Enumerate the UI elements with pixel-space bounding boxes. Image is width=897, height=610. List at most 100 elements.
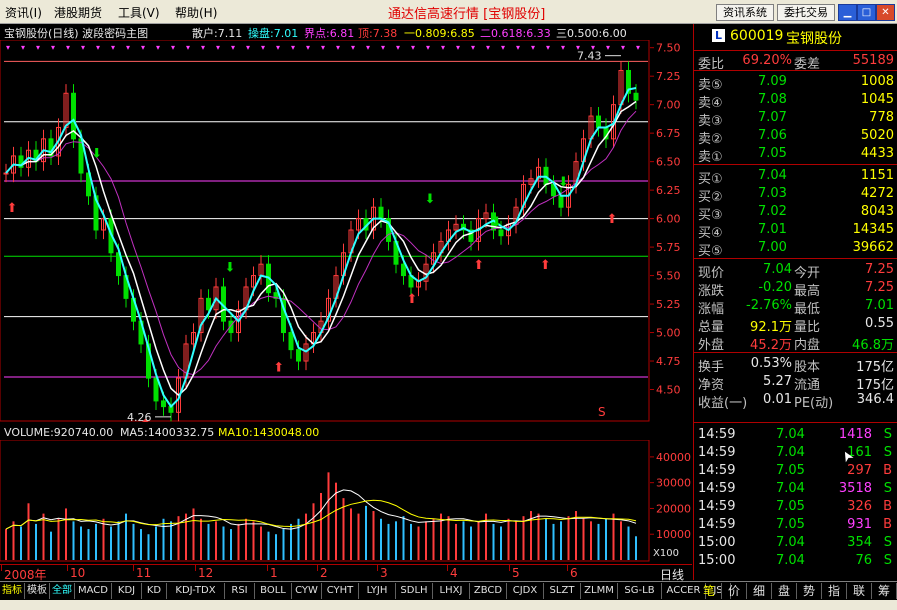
indicator-tab-cyw[interactable]: CYW (292, 583, 322, 599)
sell-level-5[interactable]: 卖⑤ 7.09 1008 (694, 73, 897, 93)
menu-help[interactable]: 帮助(H) (175, 4, 217, 21)
tick-time: 14:59 (698, 463, 736, 478)
separator (694, 422, 897, 423)
buy-price: 7.04 (758, 168, 787, 183)
sell-level-4[interactable]: 卖④ 7.08 1045 (694, 91, 897, 111)
price-chart[interactable]: ▾ ▾ ▾ ▾ ▾ ▾ ▾ ▾ ▾ ▾ ▾ ▾ ▾ ▾ ▾ ▾ ▾ ▾ ▾ ▾ ▾ ▾ ▾ ▾ ▾ ▾ ▾ ▾ ▾ ▾ ▾ ▾ ▾ ▾ ▾ ▾ ▾ ▾ ▾ ▾… (0, 40, 650, 422)
maximize-icon[interactable]: □ (857, 4, 876, 21)
weibi-value: 69.20% (742, 53, 792, 68)
separator (694, 70, 897, 71)
indicator-tab-模板[interactable]: 模板 (25, 583, 50, 599)
panel-tab-3[interactable]: 盘 (772, 583, 797, 599)
indicator-tab-slzt[interactable]: SLZT (544, 583, 581, 599)
sell-level-3[interactable]: 卖③ 7.07 778 (694, 109, 897, 129)
ma-short-line (5, 87, 637, 409)
vol-ma5-value: MA5:1400332.75 (120, 426, 215, 439)
sell-level-2[interactable]: 卖② 7.06 5020 (694, 127, 897, 147)
flag-mark: ▾ (261, 43, 265, 52)
minimize-icon[interactable]: ▁ (838, 4, 857, 21)
indicator-tab-lyjh[interactable]: LYJH (359, 583, 396, 599)
tick-volume: 1418 (838, 427, 872, 442)
price-tick-label: 5.25 (656, 298, 681, 311)
sell-volume: 5020 (860, 128, 894, 143)
indicator-tab-全部[interactable]: 全部 (50, 583, 75, 599)
sell-arrow-icon: ⬇ (425, 192, 436, 207)
indicator-tab-zlmm[interactable]: ZLMM (581, 583, 618, 599)
tick-time: 15:00 (698, 553, 736, 568)
app-title: 通达信高速行情 [宝钢股份] (388, 7, 546, 22)
indicator-tab-macd[interactable]: MACD (75, 583, 112, 599)
month-tick (67, 565, 68, 571)
finance-value: 346.4 (856, 392, 894, 407)
indicator-tab-sdlh[interactable]: SDLH (396, 583, 433, 599)
indicator-tab-zbcd[interactable]: ZBCD (470, 583, 507, 599)
tick-price: 7.04 (776, 535, 805, 550)
candle-body (498, 229, 504, 237)
flag-mark: ▾ (291, 43, 295, 52)
flag-mark: ▾ (216, 43, 220, 52)
flag-mark: ▾ (501, 43, 505, 52)
quote-row: 涨跌 -0.20 最高 7.25 (694, 279, 897, 299)
menu-tools[interactable]: 工具(V) (118, 4, 160, 21)
menu-ganggu[interactable]: 港股期货 (54, 4, 102, 21)
volume-tick-label: 40000 (656, 451, 691, 464)
volume-tick-label: 10000 (656, 528, 691, 541)
sell-arrow-icon: ⬇ (491, 215, 502, 230)
vol-ma10-value: MA10:1430048.00 (218, 426, 320, 439)
tick-volume: 76 (855, 553, 872, 568)
indicator-tab-rsi[interactable]: RSI (225, 583, 255, 599)
price-tick-label: 6.00 (656, 213, 681, 226)
flag-mark: ▾ (126, 43, 130, 52)
price-tick-label: 6.50 (656, 156, 681, 169)
buy-level-2[interactable]: 买② 7.03 4272 (694, 185, 897, 205)
indicator-tab-lhxj[interactable]: LHXJ (433, 583, 470, 599)
news-system-button[interactable]: 资讯系统 (716, 4, 774, 21)
candle-body (596, 115, 601, 128)
indicator-tab-sg-lb[interactable]: SG-LB (618, 583, 662, 599)
indicator-tab-cjdx[interactable]: CJDX (507, 583, 544, 599)
volume-scale-label: X100 (653, 548, 679, 559)
buy-level-5[interactable]: 买⑤ 7.00 39662 (694, 239, 897, 259)
volume-chart[interactable] (0, 440, 650, 562)
panel-tab-0[interactable]: 笔 (697, 583, 722, 599)
quote-value: -2.76% (746, 298, 792, 313)
buy-level-4[interactable]: 买④ 7.01 14345 (694, 221, 897, 241)
panel-tab-2[interactable]: 细 (747, 583, 772, 599)
candles (3, 61, 639, 422)
sell-level-1[interactable]: 卖① 7.05 4433 (694, 145, 897, 165)
tick-time: 14:59 (698, 427, 736, 442)
tick-price: 7.04 (776, 445, 805, 460)
candle-body (378, 206, 384, 220)
price-tick-label: 7.25 (656, 70, 681, 83)
flag-mark: ▾ (486, 43, 490, 52)
indicator-tab-kdj-tdx[interactable]: KDJ-TDX (167, 583, 225, 599)
weicha-value: 55189 (852, 53, 894, 68)
tick-time: 14:59 (698, 481, 736, 496)
buy-level-3[interactable]: 买③ 7.02 8043 (694, 203, 897, 223)
panel-tab-4[interactable]: 势 (797, 583, 822, 599)
panel-tab-1[interactable]: 价 (722, 583, 747, 599)
flag-mark: ▾ (156, 43, 160, 52)
price-tick-label: 4.50 (656, 384, 681, 397)
s-marker: S (598, 405, 606, 419)
status-bar (0, 600, 897, 610)
tick-volume: 3518 (838, 481, 872, 496)
flag-mark: ▾ (606, 43, 610, 52)
separator (694, 352, 897, 353)
tick-volume: 326 (847, 499, 872, 514)
tick-row: 14:59 7.04 1418 S (694, 426, 897, 444)
indicator-tab-kd[interactable]: KD (142, 583, 167, 599)
indicator-tab-cyht[interactable]: CYHT (322, 583, 359, 599)
close-icon[interactable]: ✕ (876, 4, 895, 21)
panel-tab-6[interactable]: 联 (847, 583, 872, 599)
buy-price: 7.00 (758, 240, 787, 255)
indicator-tab-kdj[interactable]: KDJ (112, 583, 142, 599)
menu-zixun[interactable]: 资讯(I) (5, 4, 42, 21)
indicator-tab-boll[interactable]: BOLL (255, 583, 292, 599)
indicator-tab-指标[interactable]: 指标 (0, 583, 25, 599)
buy-level-1[interactable]: 买① 7.04 1151 (694, 167, 897, 187)
panel-tab-5[interactable]: 指 (822, 583, 847, 599)
price-tick-label: 6.75 (656, 127, 681, 140)
trade-button[interactable]: 委托交易 (777, 4, 835, 21)
panel-tab-7[interactable]: 筹 (872, 583, 897, 599)
